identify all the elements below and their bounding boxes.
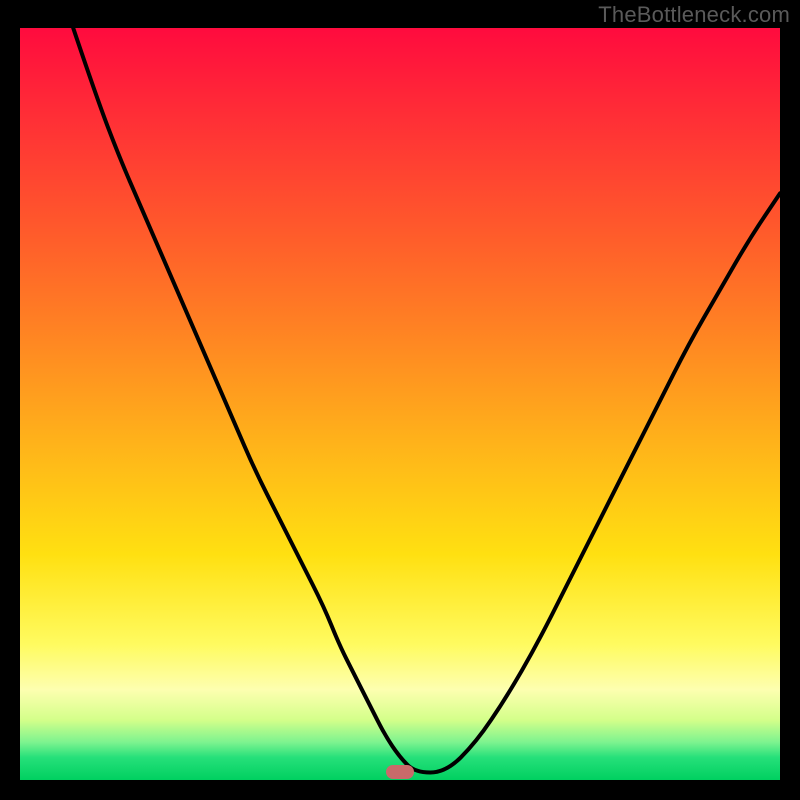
- curve-svg: [20, 28, 780, 780]
- chart-container: TheBottleneck.com: [0, 0, 800, 800]
- watermark-text: TheBottleneck.com: [598, 2, 790, 28]
- bottleneck-curve-path: [73, 28, 780, 773]
- plot-area: [20, 28, 780, 780]
- optimum-marker: [386, 765, 414, 779]
